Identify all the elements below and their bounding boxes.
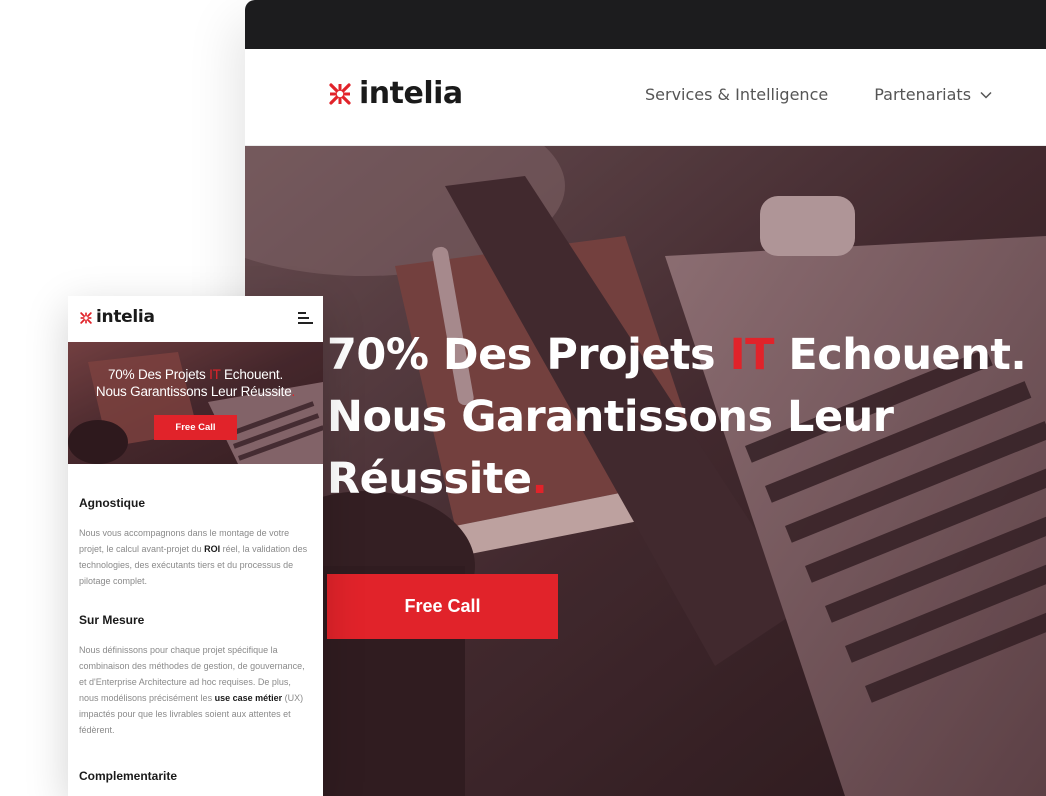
hero-title-part: Echouent. xyxy=(773,330,1027,380)
desktop-hero: 70% Des Projets IT Echouent. Nous Garant… xyxy=(245,146,1046,796)
intelia-logo-icon xyxy=(329,83,351,105)
hero-title-part: 70% Des Projets xyxy=(107,367,210,382)
hero-title-dot: . xyxy=(531,454,548,504)
mobile-header: intelia xyxy=(68,296,323,342)
browser-top-bar xyxy=(245,0,1046,49)
feature-section-agnostique: Agnostique Nous vous accompagnons dans l… xyxy=(79,496,312,589)
nav-item-label: Services & Intelligence xyxy=(645,85,829,104)
free-call-button[interactable]: Free Call xyxy=(154,415,237,440)
nav-item-partenariats[interactable]: Partenariats xyxy=(874,85,992,104)
hero-background-image xyxy=(68,342,323,464)
logo-wordmark: intelia xyxy=(359,76,463,111)
section-text-bold: use case métier xyxy=(214,693,283,703)
free-call-button[interactable]: Free Call xyxy=(327,574,558,639)
hero-title-line2: Nous Garantissons Leur Réussite xyxy=(95,384,292,399)
hero-title-line2: Nous Garantissons Leur xyxy=(327,392,894,442)
feature-section-complementarite: Complementarite xyxy=(79,769,312,783)
section-text: Nous vous accompagnons dans le montage d… xyxy=(79,525,312,589)
desktop-menu: Services & Intelligence Partenariats xyxy=(645,85,1038,104)
mobile-logo[interactable]: intelia xyxy=(79,309,155,326)
hero-title-part: Echouent. xyxy=(220,367,284,382)
hero-title-highlight: IT xyxy=(729,330,775,380)
hero-title-dot: . xyxy=(291,384,296,399)
hero-title: 70% Des Projets IT Echouent. Nous Garant… xyxy=(327,324,1027,510)
desktop-logo[interactable]: intelia xyxy=(327,79,463,109)
mobile-content: Agnostique Nous vous accompagnons dans l… xyxy=(68,496,323,783)
hero-title-part: 70% Des Projets xyxy=(327,330,730,380)
mobile-hero: 70% Des Projets IT Echouent. Nous Garant… xyxy=(68,342,323,464)
hero-title-line3: Réussite xyxy=(327,454,532,504)
section-title: Sur Mesure xyxy=(79,613,145,627)
intelia-logo-icon xyxy=(80,311,92,324)
logo-wordmark: intelia xyxy=(96,307,155,327)
hamburger-menu-icon[interactable] xyxy=(298,312,313,325)
hero-title-highlight: IT xyxy=(209,367,221,382)
nav-item-services[interactable]: Services & Intelligence xyxy=(645,85,828,104)
nav-item-label: Partenariats xyxy=(874,85,972,104)
feature-section-sur-mesure: Sur Mesure Nous définissons pour chaque … xyxy=(79,613,312,738)
mobile-hero-title: 70% Des Projets IT Echouent. Nous Garant… xyxy=(68,366,323,400)
desktop-mockup: intelia Services & Intelligence Partenar… xyxy=(245,0,1046,796)
section-text-bold: ROI xyxy=(204,544,221,554)
section-title: Agnostique xyxy=(79,496,145,510)
chevron-down-icon xyxy=(980,91,992,99)
mobile-mockup: intelia 70% Des Projets IT Echouent. Nou… xyxy=(68,296,323,796)
section-text: Nous définissons pour chaque projet spéc… xyxy=(79,642,312,738)
section-title: Complementarite xyxy=(79,769,178,783)
desktop-header: intelia Services & Intelligence Partenar… xyxy=(245,49,1046,146)
